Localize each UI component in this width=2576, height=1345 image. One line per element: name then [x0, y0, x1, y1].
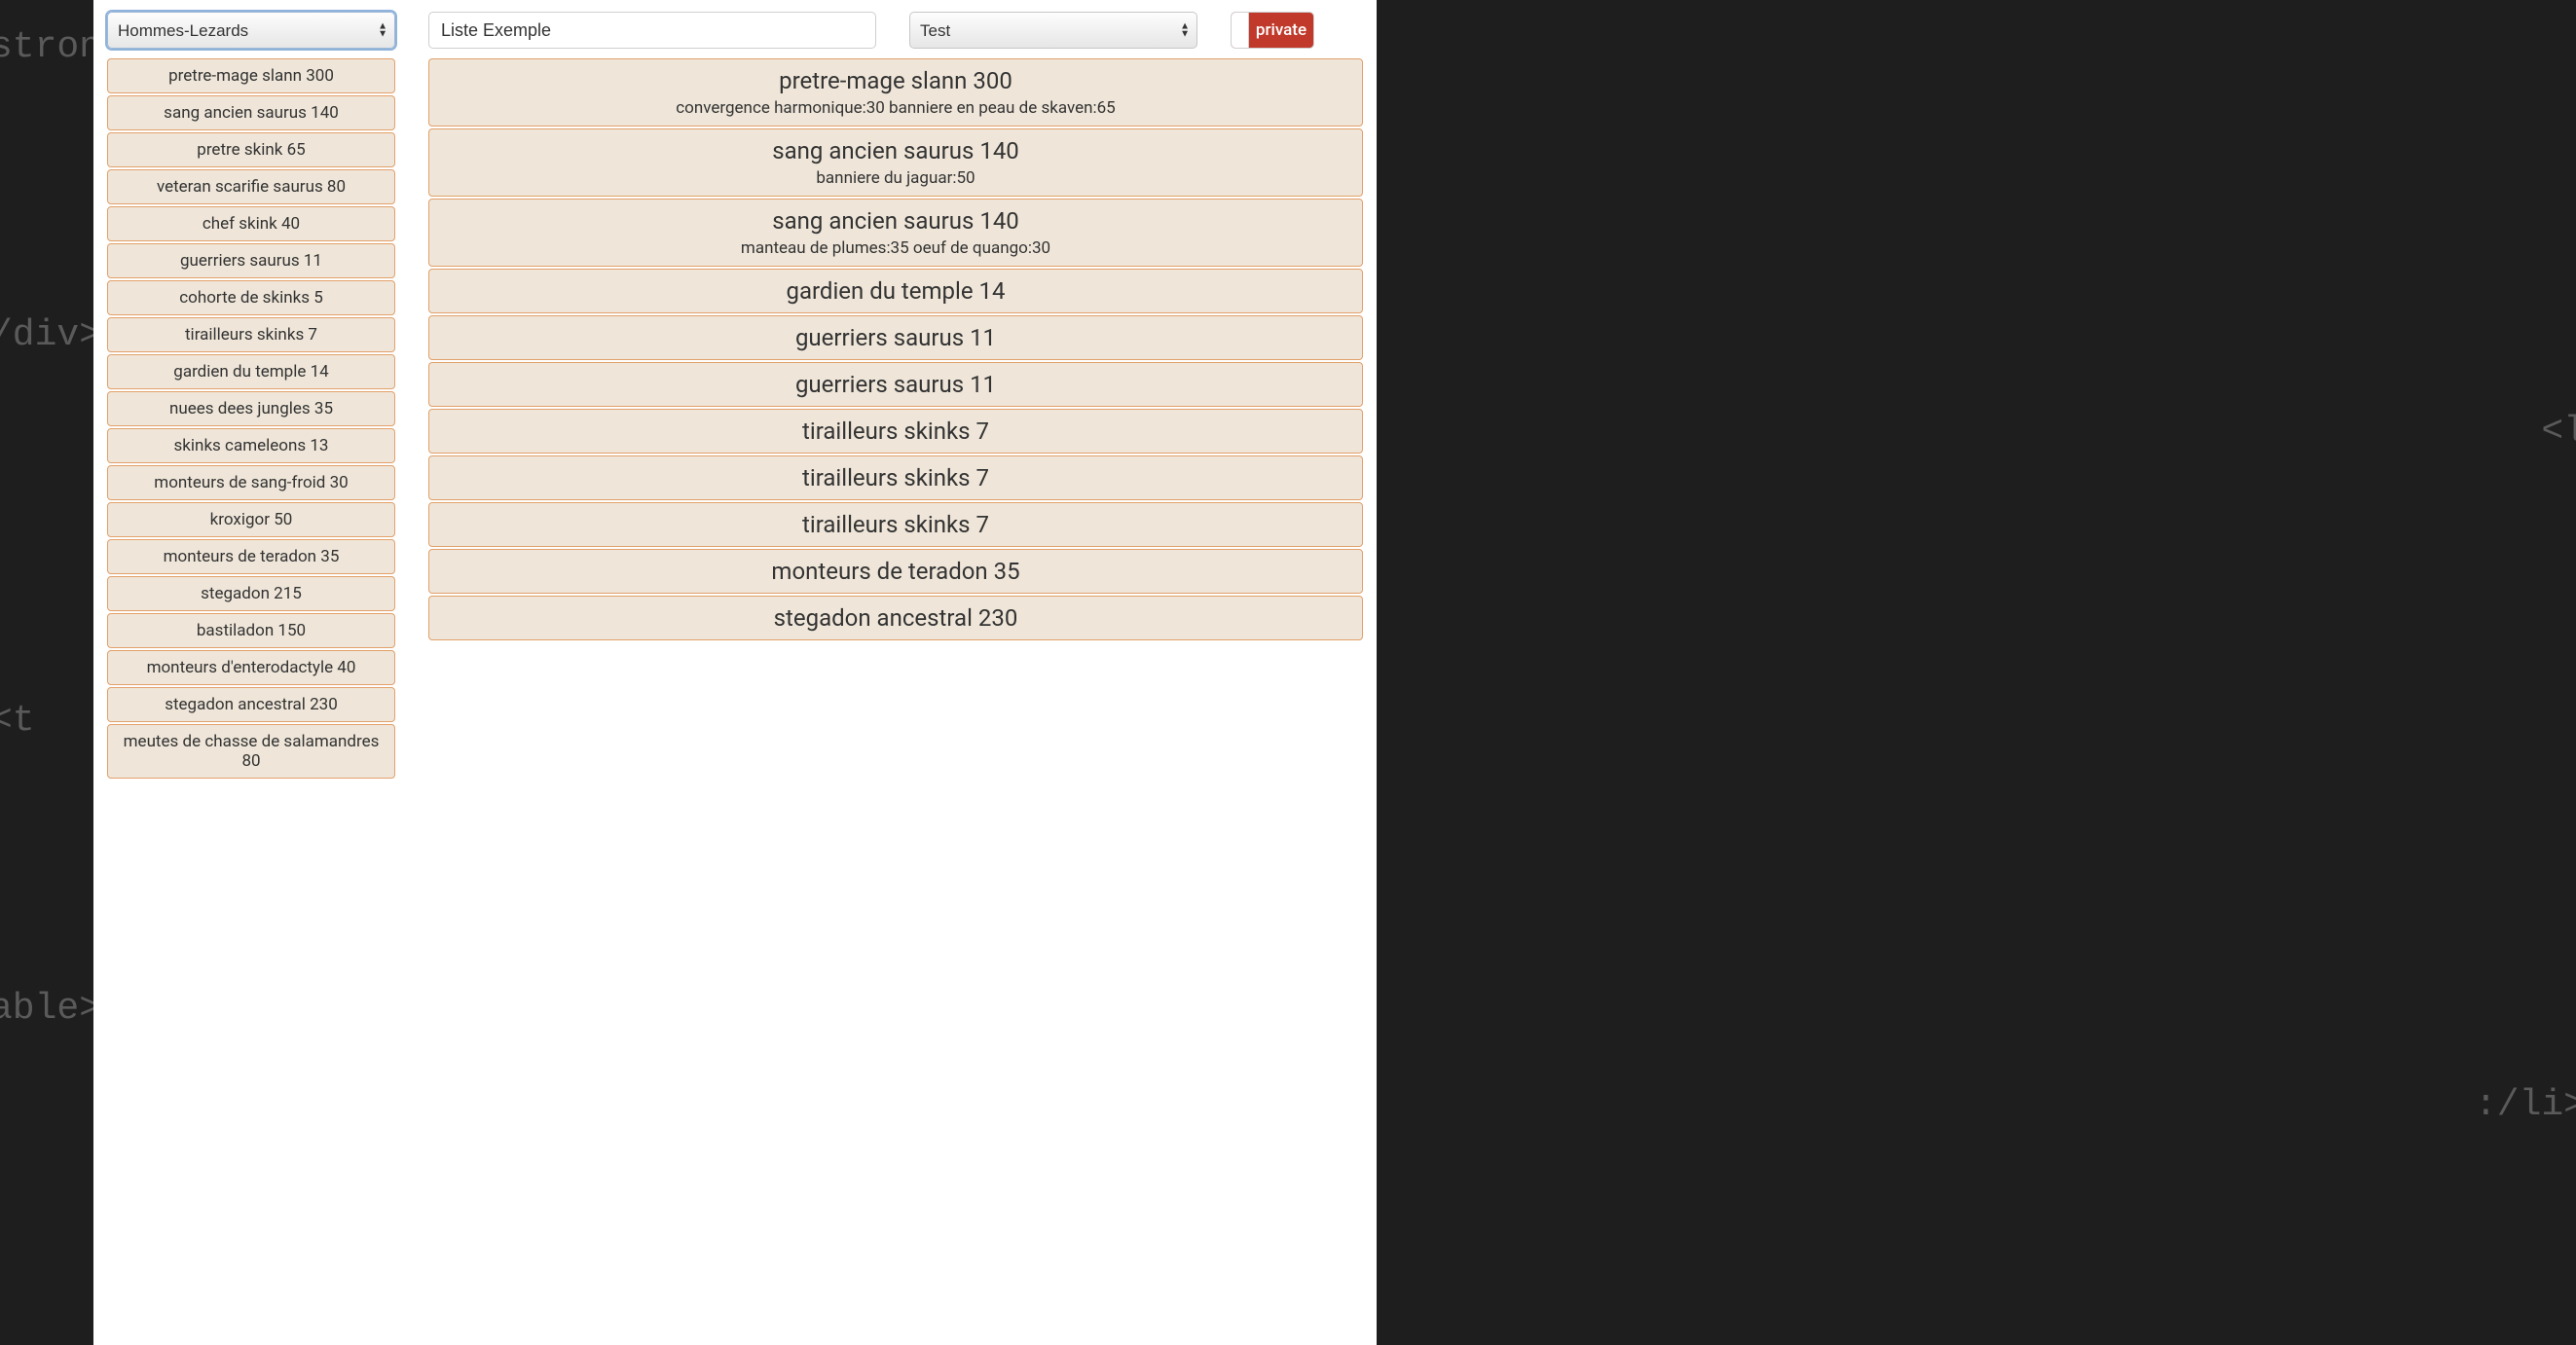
army-item-subtitle: banniere du jaguar:50 — [439, 168, 1352, 188]
unit-item[interactable]: sang ancien saurus 140 — [107, 95, 395, 130]
army-item[interactable]: guerriers saurus 11 — [428, 315, 1363, 360]
toolbar: Hommes-Lezards ▲▼ Test ▲▼ private — [107, 12, 1363, 49]
army-item-subtitle: manteau de plumes:35 oeuf de quango:30 — [439, 238, 1352, 258]
unit-item[interactable]: chef skink 40 — [107, 206, 395, 241]
unit-item[interactable]: bastiladon 150 — [107, 613, 395, 648]
army-item[interactable]: monteurs de teradon 35 — [428, 549, 1363, 594]
army-item-subtitle: convergence harmonique:30 banniere en pe… — [439, 98, 1352, 118]
unit-item[interactable]: cohorte de skinks 5 — [107, 280, 395, 315]
army-item-title: tirailleurs skinks 7 — [439, 464, 1352, 491]
army-list: pretre-mage slann 300 convergence harmoni… — [428, 58, 1363, 1345]
unit-item[interactable]: stegadon ancestral 230 — [107, 687, 395, 722]
army-item[interactable]: tirailleurs skinks 7 — [428, 455, 1363, 500]
toggle-knob — [1232, 13, 1249, 48]
army-item-title: stegadon ancestral 230 — [439, 604, 1352, 632]
unit-item[interactable]: pretre-mage slann 300 — [107, 58, 395, 93]
unit-item[interactable]: monteurs de teradon 35 — [107, 539, 395, 574]
army-item[interactable]: guerriers saurus 11 — [428, 362, 1363, 407]
toggle-label: private — [1249, 20, 1313, 40]
army-item-title: guerriers saurus 11 — [439, 324, 1352, 351]
unit-item[interactable]: veteran scarifie saurus 80 — [107, 169, 395, 204]
army-item[interactable]: tirailleurs skinks 7 — [428, 409, 1363, 454]
background-code-right: <l :/li> — [2475, 0, 2576, 1345]
unit-item[interactable]: skinks cameleons 13 — [107, 428, 395, 463]
army-item-title: sang ancien saurus 140 — [439, 137, 1352, 164]
army-item[interactable]: gardien du temple 14 — [428, 269, 1363, 313]
unit-item[interactable]: monteurs de sang-froid 30 — [107, 465, 395, 500]
army-item-title: gardien du temple 14 — [439, 277, 1352, 305]
army-item-title: monteurs de teradon 35 — [439, 558, 1352, 585]
unit-item[interactable]: gardien du temple 14 — [107, 354, 395, 389]
unit-item[interactable]: kroxigor 50 — [107, 502, 395, 537]
unit-item[interactable]: guerriers saurus 11 — [107, 243, 395, 278]
army-item[interactable]: sang ancien saurus 140 banniere du jaguar… — [428, 128, 1363, 197]
unit-item[interactable]: stegadon 215 — [107, 576, 395, 611]
visibility-toggle[interactable]: private — [1231, 12, 1314, 49]
army-item-title: sang ancien saurus 140 — [439, 207, 1352, 235]
army-item-title: tirailleurs skinks 7 — [439, 511, 1352, 538]
unit-item[interactable]: nuees dees jungles 35 — [107, 391, 395, 426]
army-item-title: tirailleurs skinks 7 — [439, 418, 1352, 445]
unit-item[interactable]: monteurs d'enterodactyle 40 — [107, 650, 395, 685]
unit-item[interactable]: pretre skink 65 — [107, 132, 395, 167]
army-item-title: guerriers saurus 11 — [439, 371, 1352, 398]
unit-item[interactable]: meutes de chasse de salamandres 80 — [107, 724, 395, 779]
unit-item[interactable]: tirailleurs skinks 7 — [107, 317, 395, 352]
category-select[interactable]: Test — [909, 12, 1197, 49]
army-item[interactable]: sang ancien saurus 140 manteau de plumes:… — [428, 199, 1363, 267]
list-name-input[interactable] — [428, 12, 876, 49]
available-units-list: pretre-mage slann 300sang ancien saurus … — [107, 58, 395, 1345]
army-item[interactable]: tirailleurs skinks 7 — [428, 502, 1363, 547]
main-panel: Hommes-Lezards ▲▼ Test ▲▼ private pretre… — [93, 0, 1377, 1345]
army-item[interactable]: stegadon ancestral 230 — [428, 596, 1363, 640]
army-item-title: pretre-mage slann 300 — [439, 67, 1352, 94]
faction-select[interactable]: Hommes-Lezards — [107, 12, 395, 49]
army-item[interactable]: pretre-mage slann 300 convergence harmoni… — [428, 58, 1363, 127]
